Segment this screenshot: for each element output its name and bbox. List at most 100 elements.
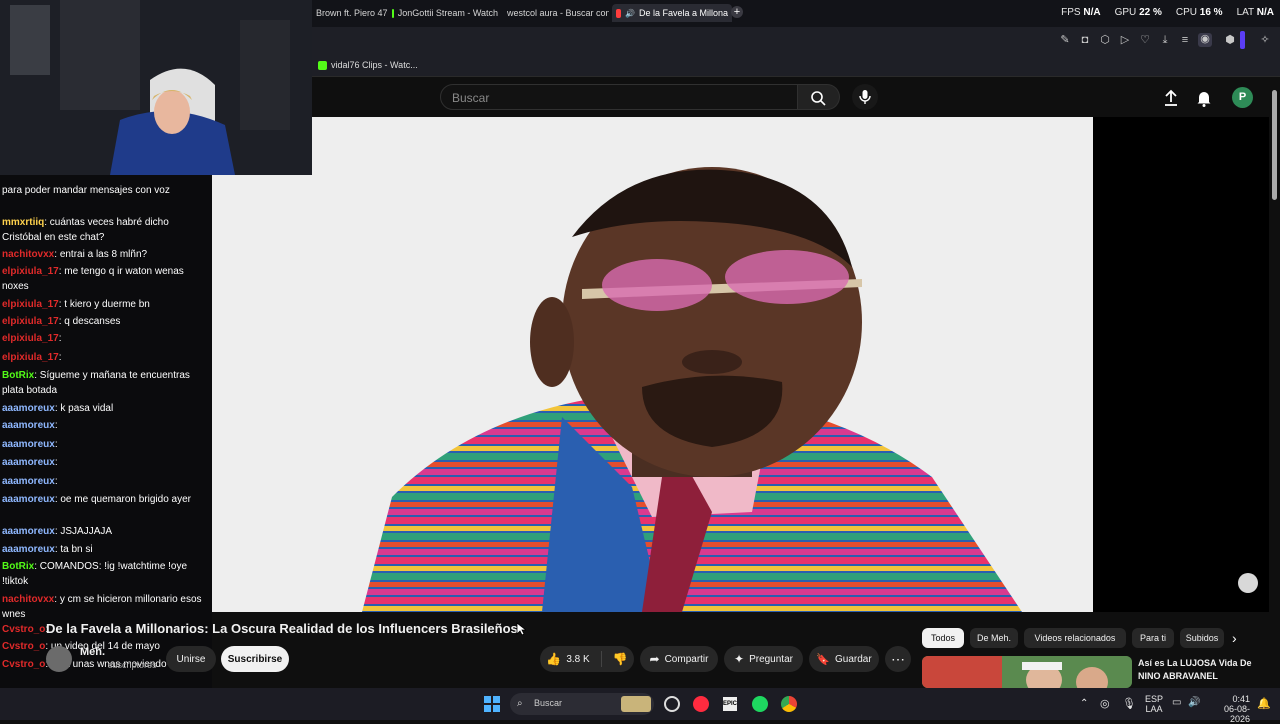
chat-text: para poder mandar mensajes con voz <box>2 185 170 196</box>
chat-username[interactable]: elpixiula_17 <box>2 266 59 277</box>
accent-bar <box>1240 31 1245 49</box>
epic-games-icon[interactable]: EPIC <box>723 697 737 711</box>
tray-expand-icon[interactable]: ⌃ <box>1080 698 1088 709</box>
tab-2[interactable]: JonGottii Stream - Watch <box>392 4 498 22</box>
chat-username[interactable]: aaamoreux <box>2 526 55 537</box>
tab-label: JonGottii Stream - Watch <box>397 8 498 18</box>
chat-username[interactable]: Cvstro_o <box>2 659 45 670</box>
windows-start-icon[interactable] <box>484 696 500 712</box>
chat-username[interactable]: aaamoreux <box>2 476 55 487</box>
profile-icon[interactable]: ◉ <box>1198 33 1212 47</box>
chat-username[interactable]: aaamoreux <box>2 420 55 431</box>
channel-watermark-icon[interactable] <box>1238 573 1258 593</box>
notification-center-icon[interactable]: 🔔 <box>1257 697 1271 710</box>
dislike-button[interactable]: 👎 <box>613 652 628 666</box>
notifications-bell-icon[interactable] <box>1196 89 1212 107</box>
chat-username[interactable]: aaamoreux <box>2 439 55 450</box>
channel-avatar[interactable] <box>46 646 72 672</box>
chat-username[interactable]: BotRix <box>2 561 34 572</box>
ask-label: Preguntar <box>749 653 793 665</box>
network-icon[interactable]: ▭ <box>1172 697 1181 708</box>
chat-message: aaamoreux: oe me quemaron brigido ayer <box>2 492 202 507</box>
stat-label: LAT <box>1236 7 1254 18</box>
chat-username[interactable]: elpixiula_17 <box>2 316 59 327</box>
new-tab-button[interactable]: + <box>731 6 743 18</box>
chat-message: BotRix: COMANDOS: !ig !watchtime !oye !t… <box>2 559 202 589</box>
chat-separator: : <box>54 420 58 431</box>
performance-overlay: FPS N/A GPU 22 % CPU 16 % LAT N/A <box>1061 7 1274 18</box>
search-input[interactable]: Buscar <box>440 84 798 110</box>
chat-message: aaamoreux: ta bn si <box>2 542 202 557</box>
chat-text: entrai a las 8 mlñn? <box>59 249 148 260</box>
account-avatar[interactable]: P <box>1232 87 1253 108</box>
save-button[interactable]: 🔖 Guardar <box>809 646 879 672</box>
ai-icon[interactable]: ✧ <box>1256 34 1274 46</box>
download-icon[interactable]: ⤓ <box>1159 34 1171 46</box>
chip-from-channel[interactable]: De Meh. <box>970 628 1018 648</box>
extension-icon[interactable]: ⬢ <box>1224 34 1236 46</box>
bookmark-label: vidal76 Clips - Watc... <box>331 60 418 70</box>
chat-username[interactable]: elpixiula_17 <box>2 352 59 363</box>
join-button[interactable]: Unirse <box>166 646 216 672</box>
volume-icon[interactable]: 🔊 <box>1188 697 1200 708</box>
edit-icon[interactable]: ✎ <box>1059 34 1071 46</box>
tab-active[interactable]: 🔊 De la Favela a Millona <box>612 4 732 22</box>
speaker-icon[interactable]: 🔊 <box>625 9 635 18</box>
chat-message: aaamoreux: <box>2 418 202 433</box>
chip-for-you[interactable]: Para ti <box>1132 628 1174 648</box>
microphone-tray-icon[interactable]: 🎙 <box>1122 697 1136 710</box>
chat-message: elpixiula_17: t kiero y duerme bn <box>2 297 202 312</box>
search-button[interactable] <box>798 84 840 110</box>
chat-text: t kiero y duerme bn <box>64 299 150 310</box>
chat-username[interactable]: Cvstro_o <box>2 641 45 652</box>
tab-3[interactable]: westcol aura - Buscar con <box>503 4 609 22</box>
related-thumbnail[interactable] <box>922 656 1132 688</box>
chat-message: aaamoreux: <box>2 437 202 452</box>
chrome-icon[interactable] <box>781 696 797 712</box>
tray-app-icon[interactable]: ◎ <box>1100 697 1110 710</box>
chat-message: aaamoreux: JSJAJJAJA <box>2 524 202 539</box>
subscribe-button[interactable]: Suscribirse <box>221 646 289 672</box>
chat-username[interactable]: aaamoreux <box>2 494 55 505</box>
chevron-right-icon[interactable]: › <box>1232 630 1237 646</box>
tab-1[interactable]: Brown ft. Piero 47, ... <box>312 4 388 22</box>
chat-username[interactable]: aaamoreux <box>2 457 55 468</box>
chat-username[interactable]: aaamoreux <box>2 544 55 555</box>
thumbs-down-icon: 👎 <box>612 652 628 666</box>
language-indicator[interactable]: ESP LAA <box>1145 694 1163 714</box>
chat-message: BotRix: Sígueme y mañana te encuentras p… <box>2 368 202 398</box>
chat-username[interactable]: elpixiula_17 <box>2 333 59 344</box>
chip-uploaded[interactable]: Subidos <box>1180 628 1224 648</box>
channel-name[interactable]: Meh. <box>80 646 105 658</box>
chat-username[interactable]: nachitovxx <box>2 594 54 605</box>
bookmark-item[interactable]: vidal76 Clips - Watc... <box>318 60 418 70</box>
more-actions-button[interactable]: ⋯ <box>885 646 911 672</box>
heart-icon[interactable]: ♡ <box>1139 34 1151 46</box>
subscriber-count: suscriptores <box>108 660 157 670</box>
shield-icon[interactable]: ⬡ <box>1099 34 1111 46</box>
bookmark-icon: 🔖 <box>816 653 830 666</box>
share-button[interactable]: ➦ Compartir <box>640 646 718 672</box>
ask-button[interactable]: ✦ Preguntar <box>724 646 803 672</box>
chat-username[interactable]: mmxrtiiq <box>2 217 44 228</box>
tab-favicon <box>392 8 394 18</box>
play-icon[interactable]: ▷ <box>1119 34 1131 46</box>
chat-username[interactable]: aaamoreux <box>2 403 55 414</box>
spotify-icon[interactable] <box>752 696 768 712</box>
chat-username[interactable]: nachitovxx <box>2 249 54 260</box>
opera-gx-icon[interactable] <box>693 696 709 712</box>
video-frame[interactable] <box>212 117 1093 612</box>
scrollbar-thumb[interactable] <box>1272 90 1277 200</box>
chip-related[interactable]: Videos relacionados <box>1024 628 1126 648</box>
chat-username[interactable]: BotRix <box>2 370 34 381</box>
upload-icon[interactable] <box>1163 89 1179 107</box>
chip-all[interactable]: Todos <box>922 628 964 648</box>
like-button[interactable]: 👍 3.8 K <box>546 652 589 666</box>
menu-icon[interactable]: ≡ <box>1179 34 1191 46</box>
app-icon-1[interactable] <box>664 696 680 712</box>
related-title[interactable]: Así es La LUJOSA Vida De NINO ABRAVANEL <box>1138 657 1258 683</box>
chat-username[interactable]: elpixiula_17 <box>2 299 59 310</box>
camera-icon[interactable]: ◘ <box>1079 34 1091 46</box>
voice-search-button[interactable] <box>852 84 878 110</box>
chat-username[interactable]: Cvstro_o <box>2 624 45 635</box>
